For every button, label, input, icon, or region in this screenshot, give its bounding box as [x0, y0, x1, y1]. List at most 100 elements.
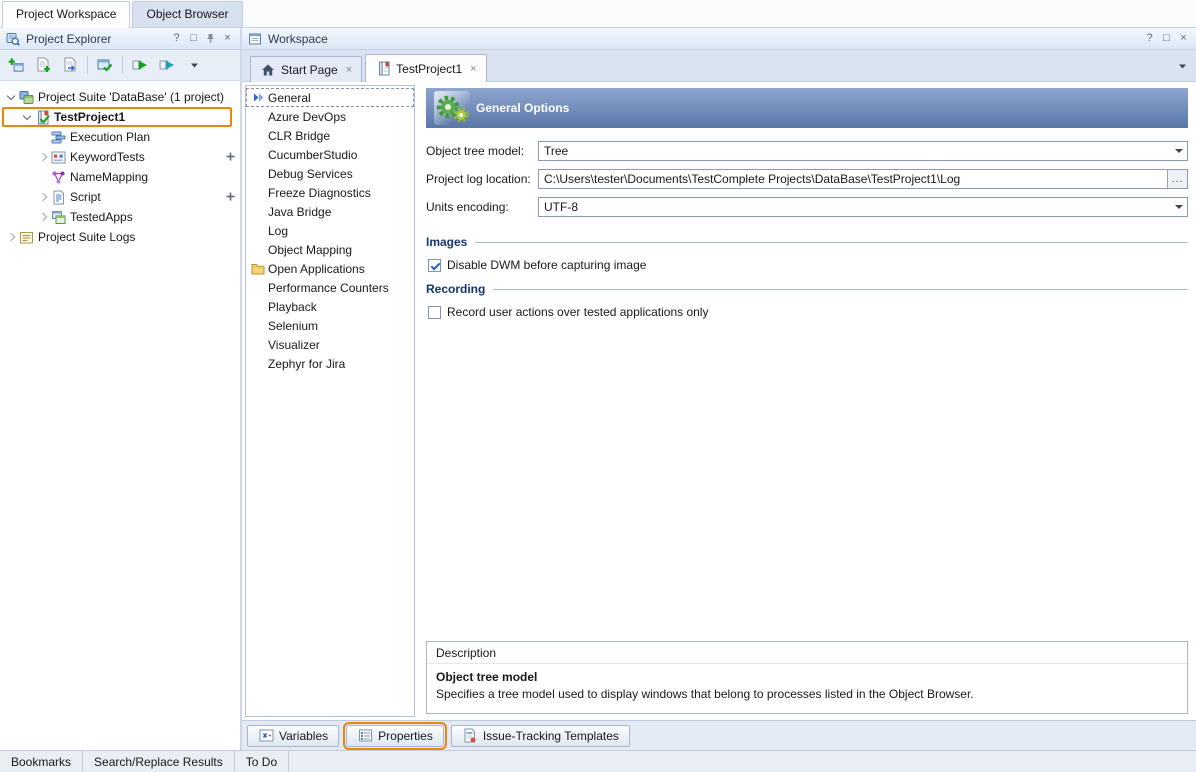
description-text: Specifies a tree model used to display w… — [427, 684, 1187, 713]
run-mode-dropdown-button[interactable] — [181, 53, 207, 77]
options-page-object-mapping[interactable]: Object Mapping — [246, 240, 414, 259]
organize-items-button[interactable] — [92, 53, 118, 77]
top-tab-object-browser[interactable]: Object Browser — [132, 1, 242, 27]
panel-tab-search-replace-results[interactable]: Search/Replace Results — [83, 751, 235, 772]
tree-item-script[interactable]: Script — [0, 187, 240, 207]
tree-item-label: KeywordTests — [70, 150, 145, 164]
object-tree-model-dropdown[interactable]: Tree — [538, 141, 1188, 161]
tab-list-dropdown-button[interactable] — [1178, 62, 1187, 71]
add-project-suite-icon — [8, 57, 24, 73]
options-page-cucumberstudio[interactable]: CucumberStudio — [246, 145, 414, 164]
auto-hide-pin-button[interactable] — [203, 33, 218, 44]
document-tab-start-page[interactable]: Start Page × — [250, 56, 362, 82]
document-tab-label: TestProject1 — [396, 62, 462, 76]
float-button[interactable]: □ — [186, 31, 201, 46]
tree-item-execution-plan[interactable]: Execution Plan — [0, 127, 240, 147]
document-tab-testproject1[interactable]: TestProject1 × — [365, 54, 486, 82]
panel-tab-to-do[interactable]: To Do — [235, 751, 289, 772]
blank-icon — [251, 243, 265, 257]
options-page-azure-devops[interactable]: Azure DevOps — [246, 107, 414, 126]
units-encoding-dropdown[interactable]: UTF-8 — [538, 197, 1188, 217]
options-page-selenium[interactable]: Selenium — [246, 316, 414, 335]
options-page-visualizer[interactable]: Visualizer — [246, 335, 414, 354]
run-project-suite-button[interactable] — [127, 53, 153, 77]
document-tab-label: Start Page — [281, 63, 338, 77]
options-page-performance-counters[interactable]: Performance Counters — [246, 278, 414, 297]
add-project-suite-button[interactable] — [3, 53, 29, 77]
options-page-open-applications[interactable]: Open Applications — [246, 259, 414, 278]
editor-tab-properties[interactable]: Properties — [346, 725, 444, 747]
options-page-label: CLR Bridge — [268, 129, 330, 143]
close-button[interactable]: × — [220, 31, 235, 46]
tree-item-namemapping[interactable]: NameMapping — [0, 167, 240, 187]
editor-tab-variables[interactable]: Variables — [247, 725, 339, 747]
options-page-log[interactable]: Log — [246, 221, 414, 240]
checkbox-unchecked-icon[interactable] — [428, 306, 441, 319]
editor-tab-label: Issue-Tracking Templates — [483, 729, 619, 743]
options-page-label: General — [268, 91, 311, 105]
float-button[interactable]: □ — [1159, 31, 1174, 46]
blank-icon — [251, 186, 265, 200]
blank-icon — [251, 224, 265, 238]
top-tab-project-workspace[interactable]: Project Workspace — [2, 1, 130, 28]
project-explorer-window-controls: ?□ × — [169, 31, 235, 46]
testcomplete-window: Project WorkspaceObject Browser Project … — [0, 0, 1196, 772]
options-page-clr-bridge[interactable]: CLR Bridge — [246, 126, 414, 145]
project-icon — [375, 61, 391, 77]
options-page-general[interactable]: General — [246, 88, 414, 107]
options-page-label: Zephyr for Jira — [268, 357, 345, 371]
help-button[interactable]: ? — [1142, 31, 1157, 46]
options-page-freeze-diagnostics[interactable]: Freeze Diagnostics — [246, 183, 414, 202]
close-button[interactable]: × — [1176, 31, 1191, 46]
dropdown-arrow-icon[interactable] — [1170, 142, 1187, 160]
options-page-debug-services[interactable]: Debug Services — [246, 164, 414, 183]
options-fields: Object tree model:TreeProject log locati… — [426, 141, 1188, 225]
chevron-right-icon[interactable] — [35, 154, 50, 160]
project-log-location-input[interactable]: C:\Users\tester\Documents\TestComplete P… — [538, 169, 1188, 189]
tree-item-testproject1[interactable]: TestProject1 — [0, 107, 240, 127]
field-value: Tree — [544, 144, 1170, 158]
checkbox-checked-icon[interactable] — [428, 259, 441, 272]
variables-icon — [258, 728, 274, 744]
blank-icon — [251, 281, 265, 295]
add-new-item-button[interactable] — [30, 53, 56, 77]
chevron-right-icon[interactable] — [35, 194, 50, 200]
run-project-suite-icon — [132, 57, 148, 73]
close-tab-button[interactable]: × — [470, 63, 476, 75]
add-child-item-button[interactable] — [225, 151, 236, 162]
options-page-playback[interactable]: Playback — [246, 297, 414, 316]
browse-button[interactable]: ... — [1167, 170, 1187, 188]
add-child-item-button[interactable] — [225, 191, 236, 202]
checkbox-record-user-actions-over-tested-applications-only[interactable]: Record user actions over tested applicat… — [428, 305, 1188, 319]
run-project-button[interactable] — [154, 53, 180, 77]
chevron-down-icon[interactable] — [19, 115, 34, 119]
options-page-zephyr-for-jira[interactable]: Zephyr for Jira — [246, 354, 414, 373]
blank-icon — [251, 357, 265, 371]
tree-item-label: Script — [70, 190, 101, 204]
document-body: General Azure DevOps CLR Bridge CucumberStu… — [242, 82, 1196, 720]
checkbox-disable-dwm-before-capturing-image[interactable]: Disable DWM before capturing image — [428, 258, 1188, 272]
tree-item-label: Execution Plan — [70, 130, 150, 144]
project-tree: Project Suite 'DataBase' (1 project)Test… — [0, 80, 240, 750]
home-icon — [260, 62, 276, 78]
add-existing-item-button[interactable] — [57, 53, 83, 77]
close-tab-button[interactable]: × — [346, 64, 352, 76]
options-empty-space — [426, 323, 1188, 641]
section-divider — [475, 242, 1188, 243]
help-button[interactable]: ? — [169, 31, 184, 46]
tree-item-testedapps[interactable]: TestedApps — [0, 207, 240, 227]
options-page-java-bridge[interactable]: Java Bridge — [246, 202, 414, 221]
tree-item-keywordtests[interactable]: KeywordTests — [0, 147, 240, 167]
tested-apps-icon — [50, 209, 66, 225]
chevron-right-icon[interactable] — [3, 234, 18, 240]
editor-tab-issue-tracking-templates[interactable]: Issue-Tracking Templates — [451, 725, 630, 747]
panel-tab-bookmarks[interactable]: Bookmarks — [0, 751, 83, 772]
tree-item-project-suite-logs[interactable]: Project Suite Logs — [0, 227, 240, 247]
tree-item-project-suite-database-1-project[interactable]: Project Suite 'DataBase' (1 project) — [0, 87, 240, 107]
tree-item-label: Project Suite Logs — [38, 230, 135, 244]
chevron-down-icon[interactable] — [3, 95, 18, 99]
dropdown-arrow-icon[interactable] — [1170, 198, 1187, 216]
chevron-right-icon[interactable] — [35, 214, 50, 220]
section-divider — [493, 289, 1188, 290]
options-page-label: Selenium — [268, 319, 318, 333]
